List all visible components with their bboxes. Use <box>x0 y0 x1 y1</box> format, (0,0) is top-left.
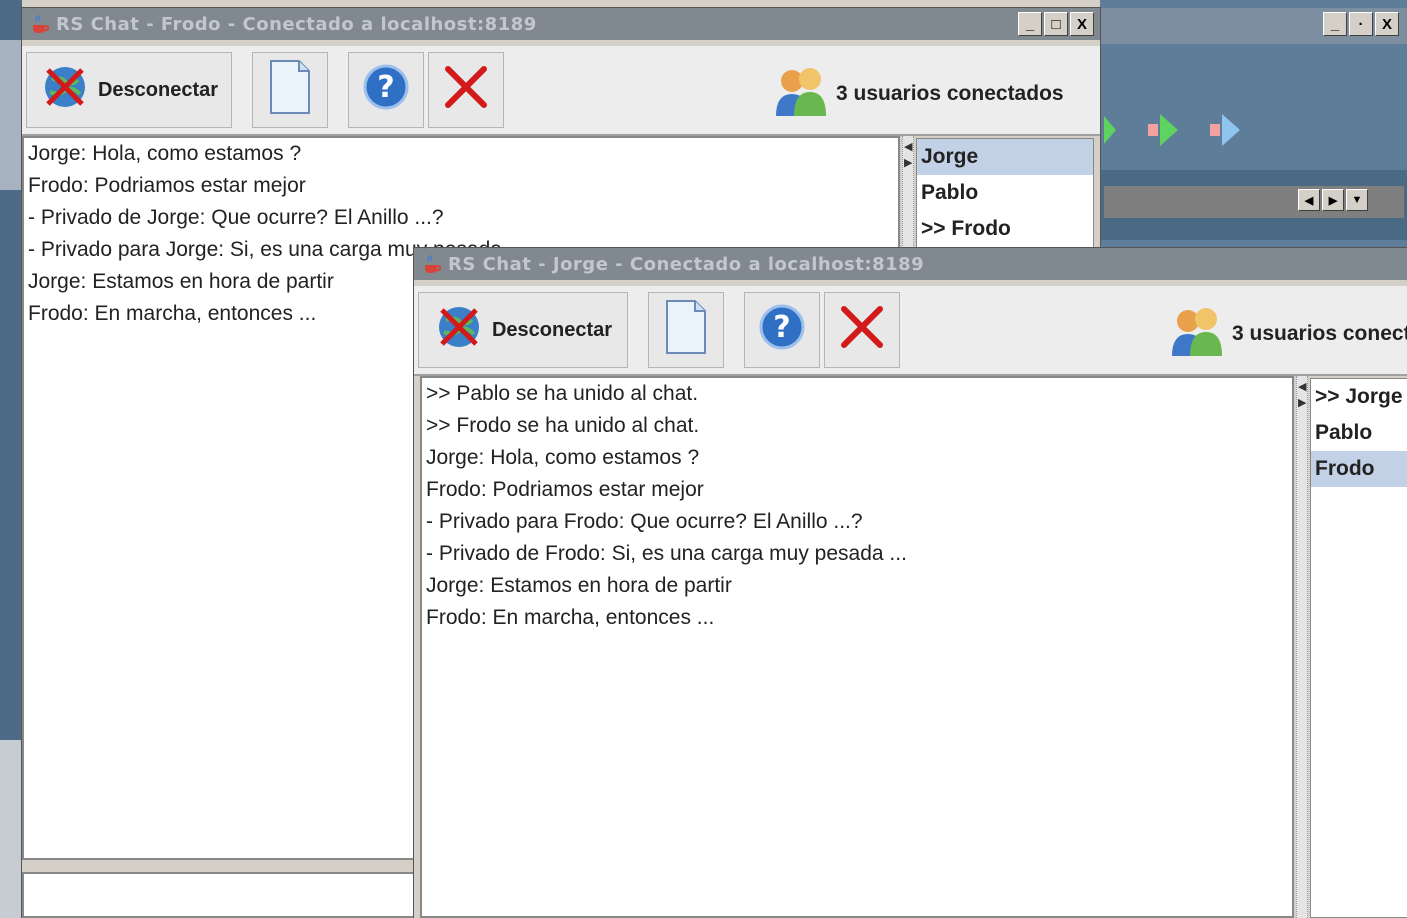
minimize-button[interactable]: _ <box>1323 12 1347 36</box>
background-panel <box>0 740 22 918</box>
arrow-right-icon <box>1104 110 1118 155</box>
java-coffee-icon <box>28 12 52 36</box>
toolbar: Desconectar ? 3 usuarios conectados <box>22 46 1100 136</box>
close-button[interactable]: X <box>1070 12 1094 36</box>
chat-message: >> Frodo se ha unido al chat. <box>426 414 700 437</box>
disconnect-label: Desconectar <box>491 318 613 341</box>
background-window-controls: _ · X <box>1323 12 1399 36</box>
split-right-icon[interactable]: ▶ <box>1298 398 1306 409</box>
users-group-icon <box>772 64 830 124</box>
background-desktop-edge <box>0 0 22 918</box>
window-titlebar[interactable]: RS Chat - Frodo - Conectado a localhost:… <box>22 8 1100 40</box>
chat-message: Frodo: Podriamos estar mejor <box>28 174 306 197</box>
users-list: >> Jorge Pablo Frodo <box>1310 378 1407 918</box>
split-divider[interactable]: ◀ ▶ <box>1296 376 1308 918</box>
globe-disconnect-icon <box>40 62 90 118</box>
toolbar: Desconectar ? 3 usuarios conectados <box>414 286 1407 376</box>
document-icon <box>664 299 708 361</box>
scroll-right-icon[interactable]: ▶ <box>1322 189 1344 211</box>
scroll-left-icon[interactable]: ◀ <box>1298 189 1320 211</box>
users-status: 3 usuarios conectados <box>772 64 1064 124</box>
users-count-label: 3 usuarios conectados <box>1232 322 1407 345</box>
chat-message: - Privado de Jorge: Que ocurre? El Anill… <box>28 206 444 229</box>
chat-message: Jorge: Hola, como estamos ? <box>28 142 302 165</box>
users-count-label: 3 usuarios conectados <box>836 82 1064 105</box>
user-list-item[interactable]: Jorge <box>917 139 1093 175</box>
scroll-buttons: ◀ ▶ ▼ <box>1298 189 1368 211</box>
user-list-item[interactable]: >> Frodo <box>917 211 1093 247</box>
svg-text:?: ? <box>773 310 790 345</box>
chat-messages-area[interactable]: >> Pablo se ha unido al chat. >> Frodo s… <box>420 376 1294 918</box>
new-document-button[interactable] <box>648 292 724 368</box>
exit-button[interactable] <box>428 52 504 128</box>
dropdown-icon[interactable]: ▼ <box>1346 189 1368 211</box>
window-titlebar[interactable]: RS Chat - Jorge - Conectado a localhost:… <box>414 248 1407 280</box>
arrow-right-icon <box>1210 110 1246 155</box>
restore-button[interactable]: · <box>1349 12 1373 36</box>
chat-message: Jorge: Estamos en hora de partir <box>426 574 732 597</box>
exit-button[interactable] <box>824 292 900 368</box>
window-title: RS Chat - Jorge - Conectado a localhost:… <box>448 253 925 275</box>
chat-message: Jorge: Hola, como estamos ? <box>426 446 700 469</box>
java-coffee-icon <box>420 252 444 276</box>
users-status: 3 usuarios conectados <box>1168 304 1407 364</box>
window-title: RS Chat - Frodo - Conectado a localhost:… <box>56 13 537 35</box>
chat-message: - Privado de Frodo: Si, es una carga muy… <box>426 542 907 565</box>
help-button[interactable]: ? <box>348 52 424 128</box>
split-left-icon[interactable]: ◀ <box>904 142 912 153</box>
arrow-right-icon <box>1148 110 1184 155</box>
message-input[interactable] <box>22 872 422 918</box>
new-document-button[interactable] <box>252 52 328 128</box>
user-list-item[interactable]: >> Jorge <box>1311 379 1407 415</box>
user-list-item[interactable]: Pablo <box>1311 415 1407 451</box>
help-button[interactable]: ? <box>744 292 820 368</box>
close-button[interactable]: X <box>1375 12 1399 36</box>
minimize-button[interactable]: _ <box>1018 12 1042 36</box>
window-controls: _ □ X <box>1018 12 1094 36</box>
maximize-button[interactable]: □ <box>1044 12 1068 36</box>
user-list-item[interactable]: Frodo <box>1311 451 1407 487</box>
users-group-icon <box>1168 304 1226 364</box>
svg-text:?: ? <box>377 70 394 105</box>
help-icon: ? <box>757 302 807 358</box>
chat-window-jorge: RS Chat - Jorge - Conectado a localhost:… <box>414 248 1407 918</box>
chat-message: Frodo: En marcha, entonces ... <box>426 606 715 629</box>
background-panel <box>0 40 22 190</box>
user-list-item[interactable]: Pablo <box>917 175 1093 211</box>
disconnect-button[interactable]: Desconectar <box>26 52 232 128</box>
close-x-icon <box>838 303 886 357</box>
globe-disconnect-icon <box>434 302 484 358</box>
disconnect-label: Desconectar <box>97 78 219 101</box>
help-icon: ? <box>361 62 411 118</box>
split-right-icon[interactable]: ▶ <box>904 158 912 169</box>
chat-message: Frodo: Podriamos estar mejor <box>426 478 704 501</box>
split-left-icon[interactable]: ◀ <box>1298 382 1306 393</box>
close-x-icon <box>442 63 490 117</box>
disconnect-button[interactable]: Desconectar <box>418 292 628 368</box>
document-icon <box>268 59 312 121</box>
chat-message: >> Pablo se ha unido al chat. <box>426 382 699 405</box>
chat-message: - Privado para Frodo: Que ocurre? El Ani… <box>426 510 863 533</box>
